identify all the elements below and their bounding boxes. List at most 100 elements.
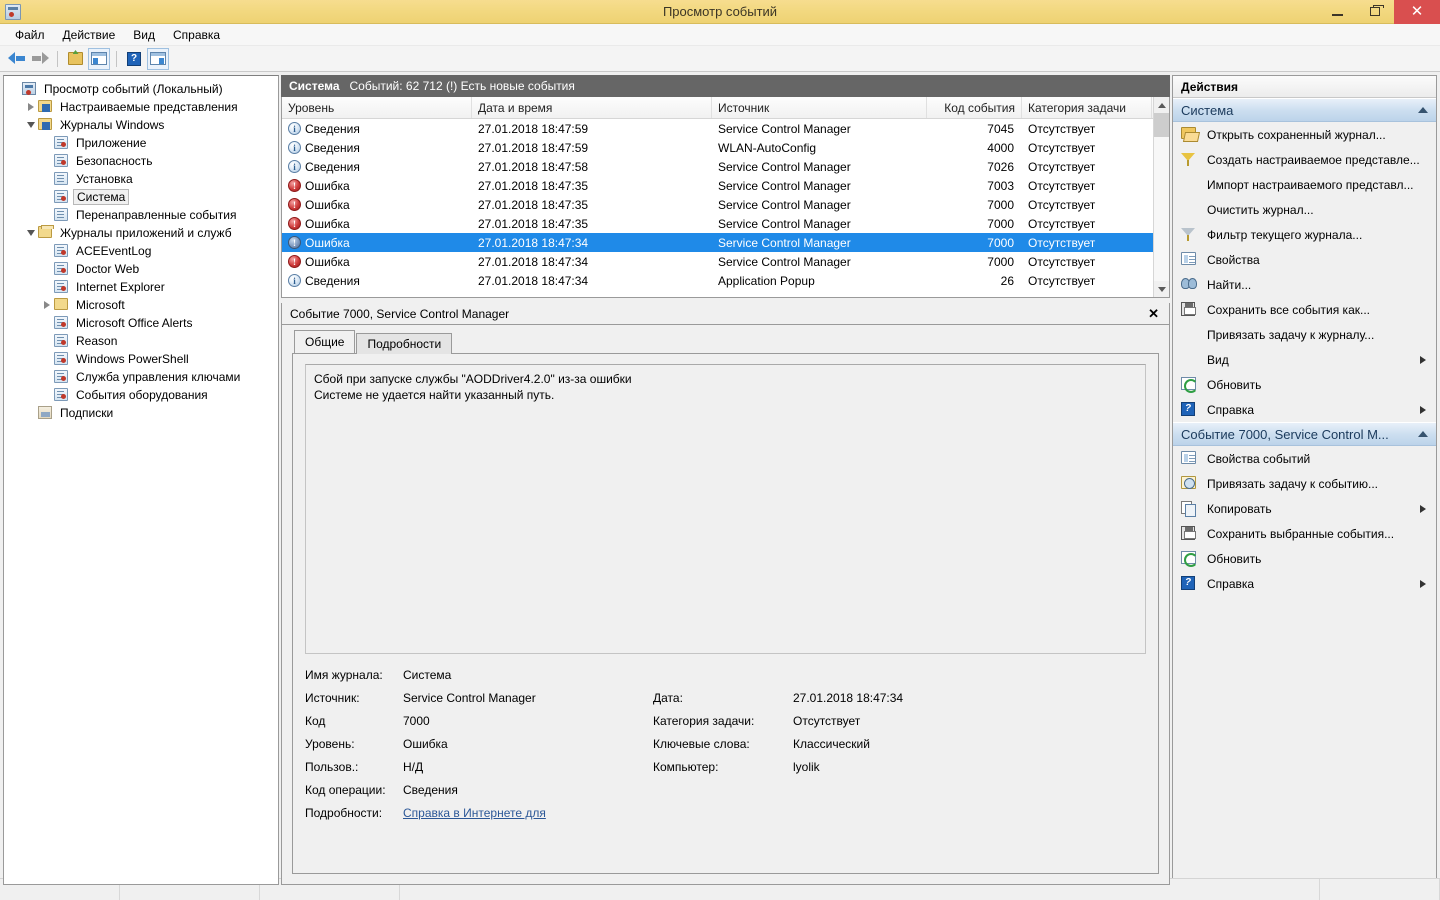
event-message-box[interactable]: Сбой при запуске службы "AODDriver4.2.0"… xyxy=(305,364,1146,654)
help-icon-glyph: ? xyxy=(1181,401,1195,416)
chevron-right-icon[interactable] xyxy=(1420,355,1426,364)
details-close-icon[interactable]: ✕ xyxy=(1146,307,1161,320)
column-header-0[interactable]: Уровень xyxy=(282,97,472,118)
menu-help[interactable]: Справка xyxy=(164,26,229,44)
chevron-right-icon[interactable] xyxy=(24,100,38,114)
action-item-label: Сохранить выбранные события... xyxy=(1207,526,1395,541)
action-item[interactable]: Импорт настраиваемого представл... xyxy=(1173,172,1436,197)
task-category-label: Категория задачи: xyxy=(653,714,755,728)
action-item[interactable]: Создать настраиваемое представле... xyxy=(1173,147,1436,172)
console-tree[interactable]: Просмотр событий (Локальный) Настраиваемы… xyxy=(3,75,279,885)
table-row[interactable]: ! Ошибка 27.01.2018 18:47:34 Service Contro… xyxy=(282,252,1169,271)
tree-item-label: Настраиваемые представления xyxy=(60,100,238,114)
tree-item-6[interactable]: Система xyxy=(4,188,278,206)
toggle-console-tree-button[interactable] xyxy=(88,47,110,70)
table-row[interactable]: ! Ошибка 27.01.2018 18:47:35 Service Contro… xyxy=(282,176,1169,195)
event-list-scrollbar[interactable] xyxy=(1153,97,1169,297)
table-row[interactable]: ! Ошибка 27.01.2018 18:47:35 Service Contro… xyxy=(282,195,1169,214)
tree-item-15[interactable]: Windows PowerShell xyxy=(4,350,278,368)
tree-item-label: Internet Explorer xyxy=(76,280,165,294)
tree-item-8[interactable]: Журналы приложений и служб xyxy=(4,224,278,242)
tree-item-5[interactable]: Установка xyxy=(4,170,278,188)
scroll-down-button[interactable] xyxy=(1154,281,1169,297)
column-header-1[interactable]: Дата и время xyxy=(472,97,712,118)
column-header-4[interactable]: Категория задачи xyxy=(1022,97,1152,118)
tree-item-10[interactable]: Doctor Web xyxy=(4,260,278,278)
chevron-right-icon[interactable] xyxy=(1420,405,1426,414)
up-folder-button[interactable] xyxy=(64,48,86,70)
scroll-up-button[interactable] xyxy=(1154,97,1169,113)
tree-item-0[interactable]: Просмотр событий (Локальный) xyxy=(4,80,278,98)
action-item[interactable]: Копировать xyxy=(1173,496,1436,521)
tree-item-12[interactable]: Microsoft xyxy=(4,296,278,314)
chevron-up-icon[interactable] xyxy=(1418,107,1428,113)
tree-item-4[interactable]: Безопасность xyxy=(4,152,278,170)
action-item[interactable]: Очистить журнал... xyxy=(1173,197,1436,222)
action-item[interactable]: Свойства событий xyxy=(1173,446,1436,471)
tree-item-9[interactable]: ACEEventLog xyxy=(4,242,278,260)
tree-item-17[interactable]: События оборудования xyxy=(4,386,278,404)
tree-item-14[interactable]: Reason xyxy=(4,332,278,350)
tree-item-1[interactable]: Настраиваемые представления xyxy=(4,98,278,116)
action-item[interactable]: Сохранить выбранные события... xyxy=(1173,521,1436,546)
save-icon xyxy=(1181,525,1199,542)
tree-item-7[interactable]: Перенаправленные события xyxy=(4,206,278,224)
action-item[interactable]: Привязать задачу к журналу... xyxy=(1173,322,1436,347)
tab-details[interactable]: Подробности xyxy=(356,333,453,354)
chevron-down-icon[interactable] xyxy=(24,226,38,240)
chevron-up-icon[interactable] xyxy=(1418,431,1428,437)
action-item[interactable]: Открыть сохраненный журнал... xyxy=(1173,122,1436,147)
close-button[interactable]: ✕ xyxy=(1394,0,1440,24)
menu-action[interactable]: Действие xyxy=(54,26,125,44)
tree-item-11[interactable]: Internet Explorer xyxy=(4,278,278,296)
cell-level: ! Ошибка xyxy=(282,255,472,269)
tree-item-13[interactable]: Microsoft Office Alerts xyxy=(4,314,278,332)
chevron-down-icon[interactable] xyxy=(24,118,38,132)
column-header-3[interactable]: Код события xyxy=(927,97,1022,118)
action-item[interactable]: Фильтр текущего журнала... xyxy=(1173,222,1436,247)
cell-category: Отсутствует xyxy=(1028,197,1096,212)
table-row[interactable]: i Сведения 27.01.2018 18:47:59 Service Cont… xyxy=(282,119,1169,138)
help-icon-glyph: ? xyxy=(1181,575,1195,590)
action-item[interactable]: Обновить xyxy=(1173,372,1436,397)
tree-item-3[interactable]: Приложение xyxy=(4,134,278,152)
tree-item-18[interactable]: Подписки xyxy=(4,404,278,422)
table-row[interactable]: i Сведения 27.01.2018 18:47:58 Service Cont… xyxy=(282,157,1169,176)
action-item[interactable]: ? Справка xyxy=(1173,397,1436,422)
menu-view[interactable]: Вид xyxy=(124,26,164,44)
scrollbar-thumb[interactable] xyxy=(1154,113,1169,137)
menu-file[interactable]: Файл xyxy=(6,26,54,44)
table-row[interactable]: i Сведения 27.01.2018 18:47:59 WLAN-AutoCon… xyxy=(282,138,1169,157)
chevron-right-icon[interactable] xyxy=(1420,504,1426,513)
action-item[interactable]: Найти... xyxy=(1173,272,1436,297)
log-plain-icon xyxy=(54,172,70,186)
action-item[interactable]: Вид xyxy=(1173,347,1436,372)
maximize-button[interactable] xyxy=(1356,0,1394,24)
action-item[interactable]: ? Справка xyxy=(1173,571,1436,596)
tree-item-2[interactable]: Журналы Windows xyxy=(4,116,278,134)
online-help-link[interactable]: Справка в Интернете для xyxy=(403,806,546,820)
forward-button[interactable] xyxy=(29,48,51,70)
scrollbar-track[interactable] xyxy=(1154,113,1169,281)
action-item[interactable]: Свойства xyxy=(1173,247,1436,272)
action-item[interactable]: Привязать задачу к событию... xyxy=(1173,471,1436,496)
action-item[interactable]: Сохранить все события как... xyxy=(1173,297,1436,322)
table-row[interactable]: i Сведения 27.01.2018 18:47:34 Application … xyxy=(282,271,1169,290)
actions-group-header-0[interactable]: Система xyxy=(1173,98,1436,122)
user-label: Пользов.: xyxy=(305,760,359,774)
back-button[interactable] xyxy=(5,48,27,70)
help-button[interactable]: ? xyxy=(123,48,145,70)
chevron-right-icon[interactable] xyxy=(1420,579,1426,588)
toggle-action-pane-button[interactable] xyxy=(147,47,169,70)
actions-group-header-1[interactable]: Событие 7000, Service Control M... xyxy=(1173,422,1436,446)
event-list[interactable]: Уровень Дата и время Источник Код события Ка… xyxy=(281,97,1170,298)
column-header-2[interactable]: Источник xyxy=(712,97,927,118)
table-row[interactable]: ! Ошибка 27.01.2018 18:47:34 Service Contro… xyxy=(282,233,1169,252)
table-row[interactable]: ! Ошибка 27.01.2018 18:47:35 Service Contro… xyxy=(282,214,1169,233)
chevron-right-icon[interactable] xyxy=(40,298,54,312)
minimize-button[interactable] xyxy=(1318,0,1356,24)
tab-general[interactable]: Общие xyxy=(294,330,356,353)
tree-item-16[interactable]: Служба управления ключами xyxy=(4,368,278,386)
event-list-rows[interactable]: i Сведения 27.01.2018 18:47:59 Service Cont… xyxy=(282,119,1169,297)
action-item[interactable]: Обновить xyxy=(1173,546,1436,571)
